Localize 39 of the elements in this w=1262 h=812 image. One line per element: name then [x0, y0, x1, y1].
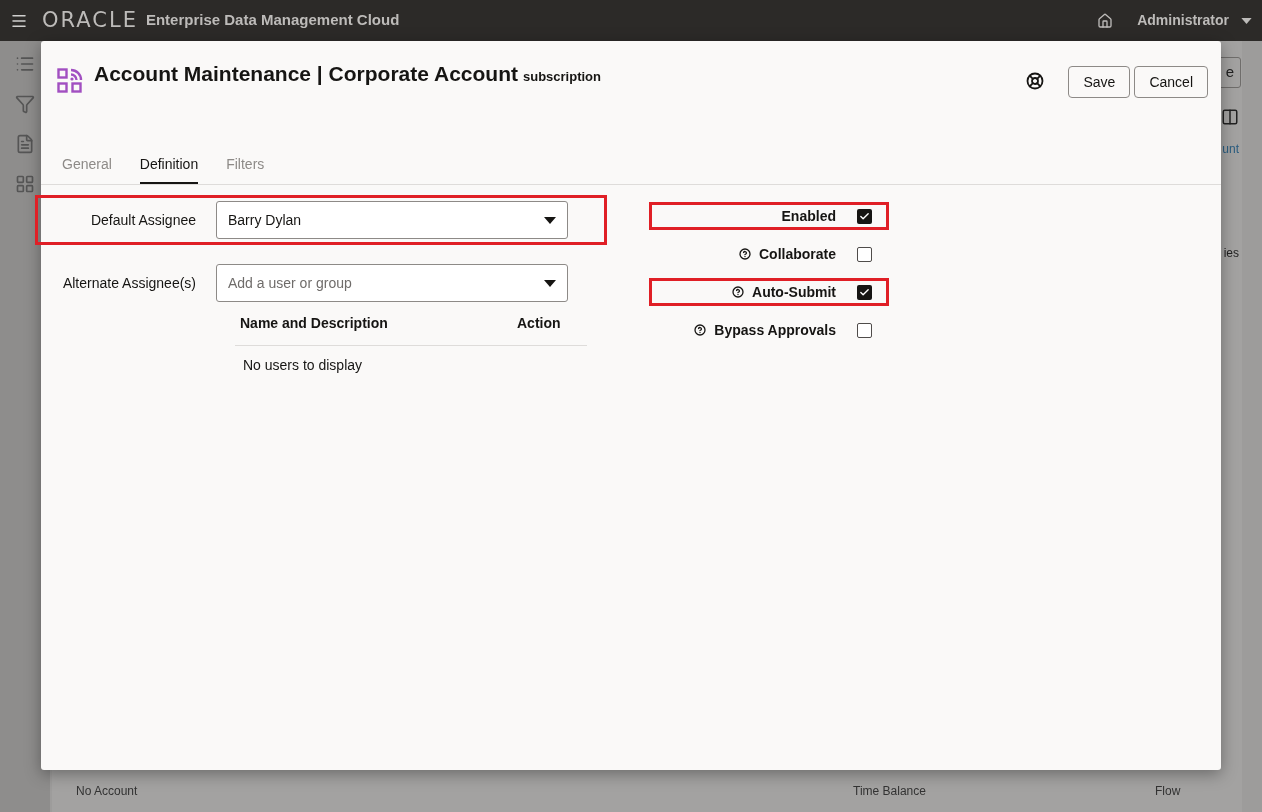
- user-menu[interactable]: Administrator: [1137, 10, 1229, 31]
- check-icon: [859, 286, 870, 298]
- option-label: Bypass Approvals: [714, 320, 836, 340]
- option-label: Enabled: [781, 206, 836, 226]
- table-cell-text: Flow: [1155, 783, 1181, 800]
- column-header: Action: [517, 314, 562, 333]
- assignee-dropdown[interactable]: Barry Dylan: [216, 201, 568, 239]
- dialog-button[interactable]: Cancel: [1134, 66, 1208, 98]
- assignee-dropdown[interactable]: Add a user or group: [216, 264, 568, 302]
- checkbox[interactable]: [857, 322, 872, 338]
- help-icon[interactable]: [732, 286, 744, 298]
- logo: ORACLE: [42, 6, 138, 34]
- checkbox[interactable]: [857, 246, 872, 262]
- table-cell-text: Time Balance: [853, 783, 927, 800]
- field-label: Default Assignee: [89, 210, 197, 230]
- checkbox[interactable]: [857, 208, 872, 224]
- caret-icon[interactable]: [1241, 17, 1252, 24]
- dialog-subtitle: subscription: [523, 68, 601, 86]
- grid-feed-icon: [57, 68, 83, 94]
- dialog-button[interactable]: Save: [1068, 66, 1131, 98]
- caret-icon: [544, 216, 556, 224]
- check-icon: [859, 210, 870, 222]
- dialog-title: Account Maintenance | Corporate Account: [94, 61, 518, 87]
- help-icon[interactable]: [694, 324, 707, 336]
- help-icon[interactable]: [739, 248, 751, 260]
- option-label: Auto-Submit: [752, 282, 836, 302]
- tab[interactable]: Definition: [139, 147, 199, 184]
- app-title: Enterprise Data Management Cloud: [145, 10, 400, 31]
- empty-message: No users to display: [243, 356, 364, 375]
- option-label: Collaborate: [759, 244, 836, 264]
- checkbox[interactable]: [857, 284, 872, 300]
- help-icon[interactable]: [1026, 72, 1045, 90]
- caret-icon: [544, 279, 556, 287]
- home-icon[interactable]: [1097, 12, 1114, 29]
- field-label: Alternate Assignee(s): [61, 273, 197, 293]
- column-header: Name and Description: [240, 314, 389, 333]
- page-text: ies: [1223, 245, 1239, 262]
- table-cell-text: No Account: [76, 783, 139, 800]
- columns-icon[interactable]: [1221, 108, 1239, 126]
